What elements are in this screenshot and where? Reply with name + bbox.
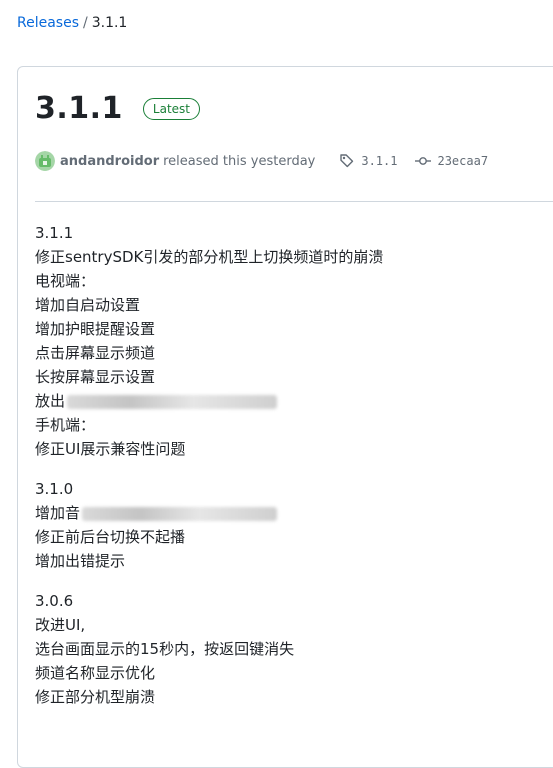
- notes-line: 增加出错提示: [35, 552, 126, 570]
- notes-line: 选台画面显示的15秒内，按返回键消失: [35, 640, 295, 658]
- commit-link[interactable]: 23ecaa7: [437, 154, 488, 168]
- notes-line: 修正UI展示兼容性问题: [35, 440, 186, 458]
- release-card: 3.1.1 Latest andandroidor released this …: [17, 66, 553, 768]
- notes-heading: 3.1.0: [35, 480, 74, 498]
- notes-line: 点击屏幕显示频道: [35, 344, 156, 362]
- notes-line: 改进UI,: [35, 616, 86, 634]
- avatar[interactable]: [35, 151, 55, 171]
- release-title-row: 3.1.1 Latest: [35, 91, 201, 126]
- release-notes: 3.1.1 修正sentrySDK引发的部分机型上切换频道时的崩溃 电视端： 增…: [35, 221, 383, 725]
- notes-line: 长按屏幕显示设置: [35, 368, 156, 386]
- notes-line-text: 增加音: [35, 504, 81, 522]
- notes-heading: 3.0.6: [35, 592, 74, 610]
- git-commit-icon: [415, 157, 432, 165]
- release-meta: andandroidor released this yesterday 3.1…: [35, 151, 488, 171]
- breadcrumb-current: 3.1.1: [91, 15, 128, 31]
- notes-section-3-0-6: 3.0.6 改进UI, 选台画面显示的15秒内，按返回键消失 频道名称显示优化 …: [35, 589, 383, 709]
- tag-link[interactable]: 3.1.1: [361, 154, 397, 168]
- notes-line: 增加自启动设置: [35, 296, 141, 314]
- notes-line: 手机端：: [35, 416, 96, 434]
- notes-line: 修正部分机型崩溃: [35, 688, 156, 706]
- tag-icon: [340, 154, 354, 168]
- latest-badge: Latest: [142, 97, 201, 120]
- notes-line: 增加护眼提醒设置: [35, 320, 156, 338]
- breadcrumb-releases-link[interactable]: Releases: [17, 15, 79, 31]
- notes-line: 电视端：: [35, 272, 96, 290]
- notes-line-text: 放出: [35, 392, 66, 410]
- notes-section-3-1-0: 3.1.0 增加音 修正前后台切换不起播 增加出错提示: [35, 477, 383, 573]
- notes-heading: 3.1.1: [35, 224, 74, 242]
- notes-line: 频道名称显示优化: [35, 664, 156, 682]
- redacted-block: [82, 506, 278, 521]
- notes-line: 修正sentrySDK引发的部分机型上切换频道时的崩溃: [35, 248, 384, 266]
- notes-line-redacted: 放出: [35, 389, 383, 413]
- author-link[interactable]: andandroidor: [60, 154, 159, 169]
- release-title[interactable]: 3.1.1: [35, 91, 123, 126]
- notes-line-redacted: 增加音: [35, 501, 383, 525]
- released-text: released this yesterday: [163, 153, 316, 169]
- divider: [35, 201, 553, 202]
- notes-section-3-1-1: 3.1.1 修正sentrySDK引发的部分机型上切换频道时的崩溃 电视端： 增…: [35, 221, 383, 461]
- breadcrumb-separator: /: [83, 15, 88, 31]
- notes-line: 修正前后台切换不起播: [35, 528, 186, 546]
- redacted-block: [67, 394, 278, 409]
- breadcrumb: Releases/3.1.1: [17, 15, 127, 31]
